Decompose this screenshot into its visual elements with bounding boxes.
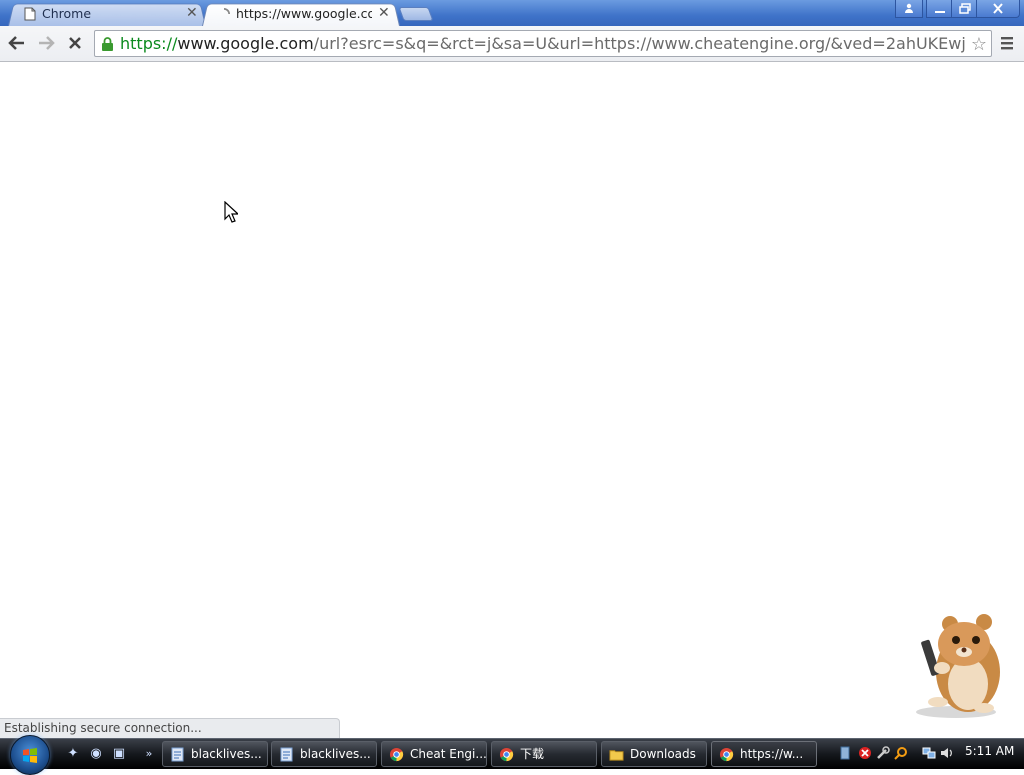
taskbar-item[interactable]: blacklives...: [162, 741, 268, 767]
tab-title: https://www.google.com/: [236, 6, 372, 21]
tab-close-icon[interactable]: ✕: [378, 6, 390, 20]
new-tab-button[interactable]: [398, 7, 434, 21]
url-scheme: https://: [120, 34, 178, 53]
minimize-icon[interactable]: [926, 0, 954, 18]
taskbar-item-label: Cheat Engi...: [410, 747, 487, 761]
browser-toolbar: https://www.google.com/url?esrc=s&q=&rct…: [0, 26, 1024, 62]
url-host: www.google.com: [177, 34, 314, 53]
windows-logo-icon: [23, 748, 37, 763]
title-bar: Chrome ✕ https://www.google.com/ ✕: [0, 0, 1024, 26]
taskbar-item[interactable]: blacklives...: [271, 741, 377, 767]
hamster-mascot-icon[interactable]: [898, 610, 1010, 720]
taskbar-item-label: 下载: [520, 747, 545, 761]
network-icon[interactable]: [922, 746, 936, 760]
start-button[interactable]: [10, 735, 50, 775]
tray-error-icon[interactable]: [858, 746, 872, 760]
tray-tools-icon[interactable]: [876, 746, 890, 760]
quicklaunch-icon[interactable]: ✦: [64, 745, 82, 763]
taskbar-item[interactable]: 下载: [491, 741, 597, 767]
loading-spinner-icon: [223, 8, 230, 15]
taskbar-item-active[interactable]: https://w...: [711, 741, 817, 767]
chrome-menu-icon[interactable]: [998, 34, 1016, 52]
taskbar-item-label: blacklives...: [191, 747, 262, 761]
document-icon: [171, 747, 184, 762]
restore-icon[interactable]: [951, 0, 979, 18]
show-desktop-icon[interactable]: ▣: [110, 745, 128, 763]
chevron-right-icon[interactable]: »: [140, 745, 158, 763]
folder-icon: [609, 750, 624, 761]
bookmark-star-icon[interactable]: ☆: [971, 34, 987, 55]
tray-app-icon[interactable]: [838, 746, 852, 760]
taskbar-item[interactable]: Downloads: [601, 741, 707, 767]
lock-icon: [102, 37, 113, 51]
status-bubble: Establishing secure connection...: [0, 718, 340, 738]
page-content: [0, 62, 1024, 738]
document-icon: [280, 747, 293, 762]
taskbar-item-label: https://w...: [740, 747, 804, 761]
tray-search-icon[interactable]: [894, 746, 908, 760]
back-button[interactable]: [5, 31, 29, 55]
forward-button[interactable]: [34, 31, 58, 55]
quicklaunch-browser-icon[interactable]: ◉: [87, 745, 105, 763]
url-path: /url?esrc=s&q=&rct=j&sa=U&url=https://ww…: [313, 34, 965, 53]
chrome-icon: [499, 747, 514, 762]
windows-taskbar: ✦ ◉ ▣ » blacklives... blacklives... Chea…: [0, 735, 1024, 775]
url-text: https://www.google.com/url?esrc=s&q=&rct…: [120, 34, 965, 53]
tab-chrome[interactable]: Chrome ✕: [8, 2, 206, 26]
taskbar-item-label: blacklives...: [300, 747, 371, 761]
user-icon[interactable]: [895, 0, 923, 18]
stop-loading-button[interactable]: [63, 31, 87, 55]
tab-close-icon[interactable]: ✕: [186, 6, 198, 20]
page-icon: [24, 7, 36, 21]
taskbar-item-label: Downloads: [630, 747, 696, 761]
volume-icon[interactable]: [940, 746, 954, 760]
address-bar[interactable]: https://www.google.com/url?esrc=s&q=&rct…: [94, 30, 992, 57]
taskbar-clock[interactable]: 5:11 AM: [965, 744, 1014, 758]
chrome-icon: [389, 747, 404, 762]
tab-title: Chrome: [42, 6, 92, 21]
mouse-cursor-icon: [224, 201, 238, 223]
taskbar-item[interactable]: Cheat Engi...: [381, 741, 487, 767]
chrome-icon: [719, 747, 734, 762]
close-icon[interactable]: [976, 0, 1020, 18]
tab-google[interactable]: https://www.google.com/ ✕: [202, 2, 400, 26]
